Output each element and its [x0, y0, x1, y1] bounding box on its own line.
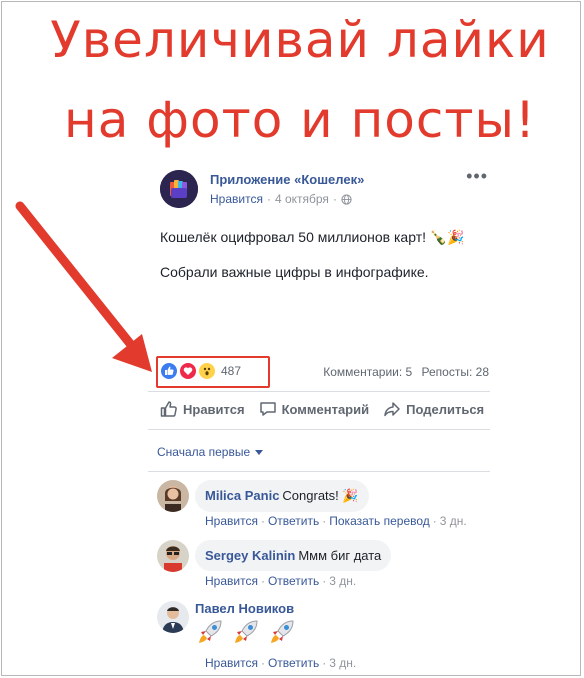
comment-actions: Нравится · Ответить · 3 дн. [205, 574, 357, 588]
app-logo-icon[interactable] [160, 170, 198, 208]
wow-reaction-icon [198, 362, 216, 380]
comment-like-link[interactable]: Нравится [205, 574, 258, 588]
comment-reply-link[interactable]: Ответить [268, 514, 319, 528]
comment-icon [259, 402, 276, 416]
comment-actions: Нравится · Ответить · 3 дн. [205, 656, 357, 670]
comment-bubble: Milica Panic Congrats! 🎉 [195, 480, 369, 512]
divider [148, 391, 490, 392]
more-options-button[interactable]: ••• [466, 167, 488, 185]
headline-line-1: Увеличивай лайки [50, 11, 550, 69]
love-reaction-icon [179, 362, 197, 380]
rocket-icon [235, 620, 258, 643]
comment-time[interactable]: 3 дн. [329, 574, 356, 588]
commenter-name[interactable]: Milica Panic [205, 488, 279, 503]
comment-button-label: Комментарий [281, 401, 370, 417]
share-button[interactable]: Поделиться [383, 400, 484, 418]
sort-label: Сначала первые [157, 445, 251, 459]
comment-button[interactable]: Комментарий [259, 400, 370, 418]
rocket-icon [271, 620, 294, 643]
divider [148, 429, 490, 430]
like-button[interactable]: Нравится [160, 400, 245, 418]
comments-count-link[interactable]: Комментарии: 5 [323, 365, 412, 379]
share-arrow-icon [384, 402, 400, 417]
comment-like-link[interactable]: Нравится [205, 656, 258, 670]
red-arrow-icon [15, 201, 152, 372]
page-like-link[interactable]: Нравится [210, 192, 263, 206]
comment-like-link[interactable]: Нравится [205, 514, 258, 528]
comment-reply-link[interactable]: Ответить [268, 656, 319, 670]
reactions-summary[interactable]: 487 [160, 362, 241, 380]
post-author-link[interactable]: Приложение «Кошелек» [210, 172, 364, 187]
comment-time[interactable]: 3 дн. [329, 656, 356, 670]
avatar[interactable] [157, 480, 189, 512]
thumbs-up-icon [160, 401, 177, 417]
divider [148, 471, 490, 472]
comment-text [195, 617, 297, 647]
commenter-name[interactable]: Sergey Kalinin [205, 548, 295, 563]
commenter-name[interactable]: Павел Новиков [195, 601, 294, 616]
avatar[interactable] [157, 540, 189, 572]
like-button-label: Нравится [183, 401, 245, 417]
show-translation-link[interactable]: Показать перевод [329, 514, 430, 528]
post-text-line-1: Кошелёк оцифровал 50 миллионов карт! 🍾🎉 [160, 229, 465, 245]
post-meta: Нравится · 4 октября · [210, 192, 352, 206]
headline-line-2: на фото и посты! [64, 91, 536, 149]
comment-time[interactable]: 3 дн. [440, 514, 467, 528]
like-reaction-icon [160, 362, 178, 380]
chevron-down-icon [255, 449, 264, 455]
post-actions-bar: Нравится Комментарий Поделиться [160, 400, 484, 418]
rocket-icon [199, 620, 222, 643]
globe-icon [341, 193, 352, 205]
post-text-line-2: Собрали важные цифры в инфографике. [160, 264, 429, 280]
avatar[interactable] [157, 601, 189, 633]
post-date[interactable]: 4 октября [275, 192, 329, 206]
reposts-count-link[interactable]: Репосты: 28 [422, 365, 489, 379]
comment-reply-link[interactable]: Ответить [268, 574, 319, 588]
comment-sort-dropdown[interactable]: Сначала первые [157, 445, 264, 459]
reactions-count: 487 [221, 364, 242, 378]
comment-bubble: Sergey Kalinin Ммм биг дата [195, 540, 392, 571]
comment-actions: Нравится · Ответить · Показать перевод · 3 дн. [205, 514, 467, 528]
comment-text: Congrats! 🎉 [282, 488, 359, 503]
comment-text: Ммм биг дата [298, 548, 382, 563]
share-button-label: Поделиться [406, 401, 485, 417]
post-stats: Комментарии: 5 Репосты: 28 [323, 365, 489, 379]
